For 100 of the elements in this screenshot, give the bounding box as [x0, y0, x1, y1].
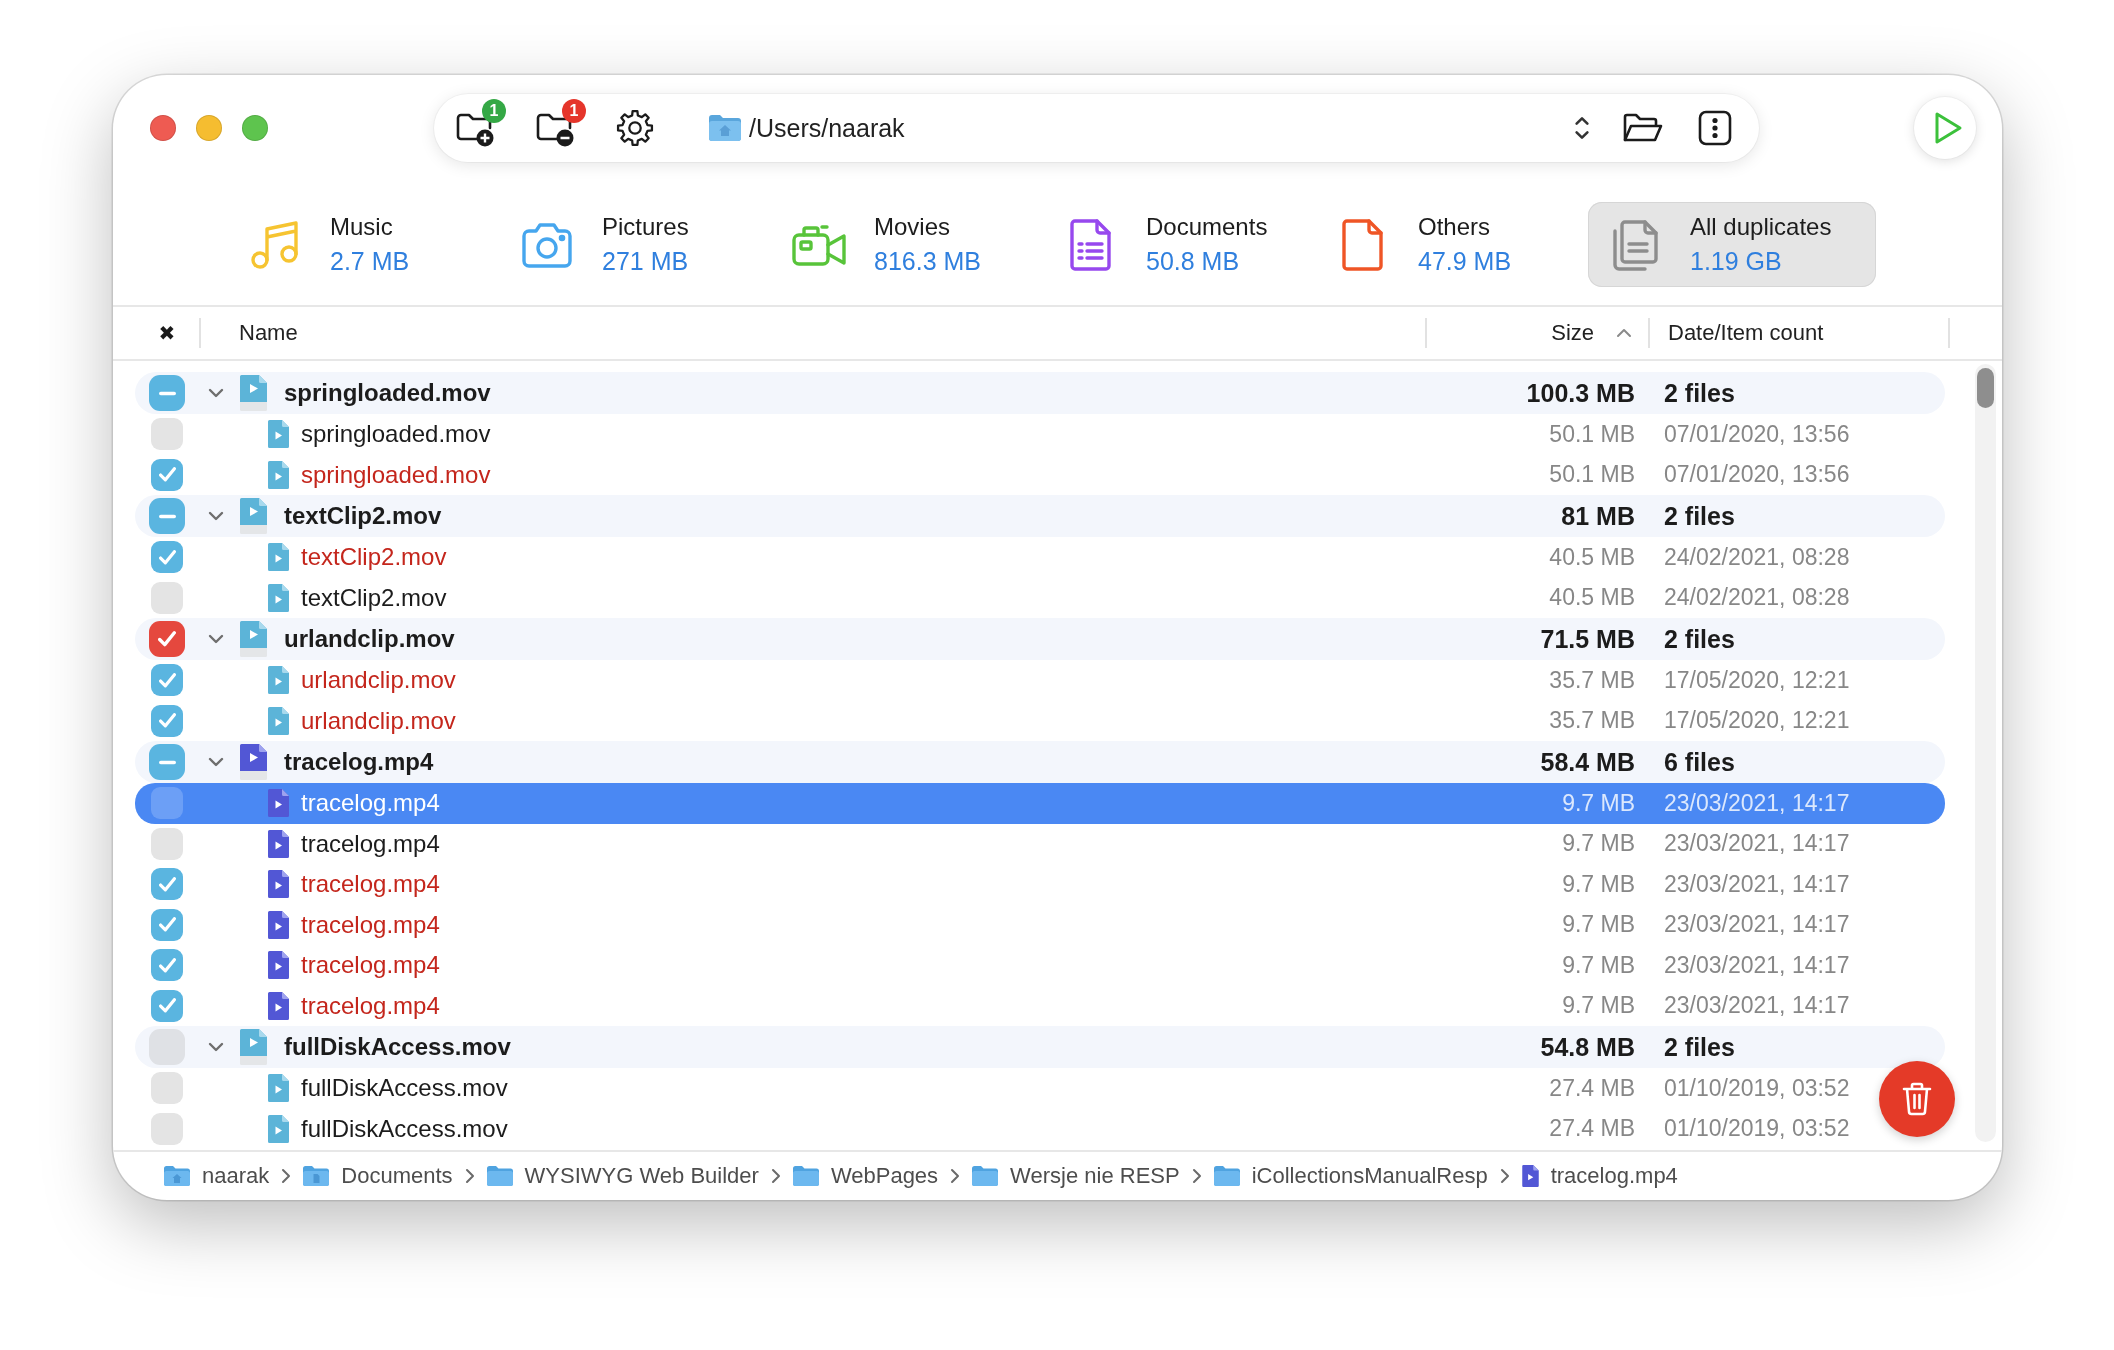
group-row[interactable]: textClip2.mov 81 MB 2 files [135, 495, 1945, 537]
breadcrumb-item[interactable]: iCollectionsManualResp [1213, 1163, 1488, 1189]
checkbox[interactable] [151, 1112, 183, 1145]
checkbox[interactable] [151, 418, 183, 451]
breadcrumb-item[interactable]: WYSIWYG Web Builder [486, 1163, 759, 1189]
video-file-icon [268, 460, 289, 489]
play-button[interactable] [1914, 97, 1976, 159]
file-date: 17/05/2020, 12:21 [1664, 666, 1850, 693]
checkbox[interactable] [151, 908, 183, 941]
disclosure-chevron-icon[interactable] [208, 1042, 224, 1052]
breadcrumb-item[interactable]: naarak [164, 1163, 270, 1189]
path-popup[interactable]: /Users/naarak [749, 113, 905, 143]
file-name: urlandclip.mov [301, 706, 456, 735]
zoom-button[interactable] [242, 115, 268, 141]
video-file-icon [268, 951, 289, 980]
chevron-right-icon [464, 1168, 475, 1184]
checkbox[interactable] [151, 827, 183, 860]
file-size: 35.7 MB [1549, 707, 1635, 734]
file-size: 50.1 MB [1549, 420, 1635, 447]
scrollbar-thumb[interactable] [1977, 368, 1994, 408]
folder-icon [1213, 1166, 1240, 1186]
file-date: 01/10/2019, 03:52 [1664, 1074, 1850, 1101]
checkbox[interactable] [151, 541, 183, 574]
file-date: 23/03/2021, 14:17 [1664, 870, 1850, 897]
checkbox[interactable] [151, 458, 183, 491]
home-folder-icon [709, 115, 741, 141]
column-header[interactable]: Size [1551, 320, 1594, 346]
category-tab[interactable]: All duplicates 1.19 GB [1588, 202, 1876, 287]
column-header[interactable]: Date/Item count [1668, 320, 1824, 346]
file-name: fullDiskAccess.mov [301, 1074, 508, 1103]
delete-button[interactable] [1879, 1061, 1955, 1137]
checkmark-icon [158, 672, 176, 688]
group-row[interactable]: fullDiskAccess.mov 54.8 MB 2 files [135, 1026, 1945, 1068]
checkmark-icon [158, 917, 176, 933]
file-date: 23/03/2021, 14:17 [1664, 789, 1850, 816]
video-file-icon [268, 706, 289, 735]
checkbox[interactable] [151, 949, 183, 982]
video-file-icon [268, 910, 289, 939]
file-name: tracelog.mp4 [301, 910, 440, 939]
file-size: 9.7 MB [1562, 992, 1635, 1019]
checkmark-icon [158, 467, 176, 483]
clear-button[interactable]: ✖ [158, 321, 176, 345]
file-date: 23/03/2021, 14:17 [1664, 992, 1850, 1019]
file-size: 27.4 MB [1549, 1115, 1635, 1142]
disclosure-chevron-icon[interactable] [208, 757, 224, 767]
file-count: 2 files [1664, 378, 1735, 407]
checkbox[interactable] [149, 1029, 185, 1065]
group-name: springloaded.mov [284, 379, 491, 407]
category-tab[interactable]: Movies 816.3 MB [772, 202, 1044, 287]
checkbox[interactable] [151, 581, 183, 614]
group-row[interactable]: urlandclip.mov 71.5 MB 2 files [135, 618, 1945, 660]
checkbox[interactable] [149, 744, 185, 780]
file-size: 9.7 MB [1562, 870, 1635, 897]
video-file-icon [268, 420, 289, 449]
checkbox[interactable] [151, 868, 183, 901]
video-file-icon [268, 789, 289, 818]
documents-folder-icon [303, 1166, 330, 1186]
close-button[interactable] [150, 115, 176, 141]
file-date: 24/02/2021, 08:28 [1664, 543, 1850, 570]
checkbox[interactable] [149, 375, 185, 411]
category-tab[interactable]: Others 47.9 MB [1316, 202, 1588, 287]
checkmark-icon [158, 998, 176, 1014]
checkbox[interactable] [151, 664, 183, 697]
disclosure-chevron-icon[interactable] [208, 511, 224, 521]
folder-icon [792, 1166, 819, 1186]
disclosure-chevron-icon[interactable] [208, 634, 224, 644]
breadcrumb-item[interactable]: tracelog.mp4 [1521, 1163, 1678, 1189]
file-date: 01/10/2019, 03:52 [1664, 1115, 1850, 1142]
video-file-icon [1521, 1165, 1539, 1187]
checkmark-icon [158, 876, 176, 892]
checkbox[interactable] [151, 989, 183, 1022]
chevron-right-icon [770, 1168, 781, 1184]
file-size: 9.7 MB [1562, 830, 1635, 857]
breadcrumb-item[interactable]: Wersje nie RESP [972, 1163, 1180, 1189]
category-tab[interactable]: Music 2.7 MB [228, 202, 500, 287]
category-tab[interactable]: Documents 50.8 MB [1044, 202, 1316, 287]
gear-icon [615, 109, 655, 147]
file-date: 17/05/2020, 12:21 [1664, 707, 1850, 734]
checkbox[interactable] [149, 621, 185, 657]
minimize-button[interactable] [196, 115, 222, 141]
group-row[interactable]: tracelog.mp4 58.4 MB 6 files [135, 741, 1945, 783]
folder-icon [486, 1166, 513, 1186]
checkbox[interactable] [149, 498, 185, 534]
checkbox[interactable] [151, 787, 183, 820]
file-name: textClip2.mov [301, 583, 447, 612]
trash-icon [1902, 1082, 1932, 1116]
column-header[interactable]: Name [239, 320, 298, 346]
scrollbar[interactable] [1975, 364, 1996, 1142]
group-name: textClip2.mov [284, 502, 442, 530]
home-folder-icon [164, 1166, 190, 1186]
folder-icon [972, 1166, 999, 1186]
disclosure-chevron-icon[interactable] [208, 388, 224, 398]
group-row[interactable]: springloaded.mov 100.3 MB 2 files [135, 372, 1945, 414]
file-name: tracelog.mp4 [301, 829, 440, 858]
checkbox[interactable] [151, 704, 183, 737]
breadcrumb-item[interactable]: Documents [303, 1163, 453, 1189]
up-down-chevron-icon [1573, 114, 1591, 142]
category-tab[interactable]: Pictures 271 MB [500, 202, 772, 287]
breadcrumb-item[interactable]: WebPages [792, 1163, 939, 1189]
checkbox[interactable] [151, 1072, 183, 1105]
